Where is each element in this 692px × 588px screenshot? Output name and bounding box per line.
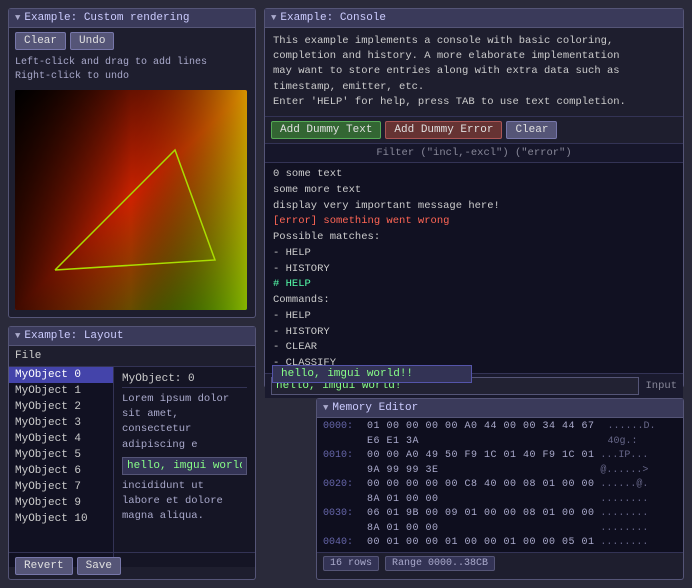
mem-bytes: 00 00 00 00 00 C8 40 00 08 01 00 00 8A 0… bbox=[367, 478, 596, 507]
console-line: - HELP bbox=[273, 309, 675, 325]
list-item[interactable]: MyObject 4 bbox=[9, 431, 113, 447]
panel-console: ▼ Example: Console This example implemen… bbox=[264, 8, 684, 388]
list-item[interactable]: MyObject 9 bbox=[9, 495, 113, 511]
revert-button[interactable]: Revert bbox=[15, 557, 73, 575]
detail-title: MyObject: 0 bbox=[122, 373, 247, 388]
hint-line2: Right-click to undo bbox=[15, 70, 249, 84]
arrow-icon-memory: ▼ bbox=[323, 403, 328, 413]
panel-custom-title: ▼ Example: Custom rendering bbox=[9, 9, 255, 28]
mem-ascii: ........ ........ bbox=[600, 507, 677, 536]
mem-addr: 0010: bbox=[323, 449, 363, 478]
detail-text-2: incididunt ut labore et dolore magna ali… bbox=[122, 479, 247, 525]
console-line: - HELP bbox=[273, 246, 675, 262]
list-item[interactable]: MyObject 10 bbox=[9, 511, 113, 527]
custom-hint: Left-click and drag to add lines Right-c… bbox=[9, 54, 255, 86]
console-line: - CLEAR bbox=[273, 340, 675, 356]
console-clear-button[interactable]: Clear bbox=[506, 121, 557, 139]
panel-layout-title: ▼ Example: Layout bbox=[9, 327, 255, 346]
layout-content: MyObject 0MyObject 1MyObject 2MyObject 3… bbox=[9, 367, 255, 567]
detail-text: Lorem ipsum dolor sit amet, consectetur … bbox=[122, 392, 247, 525]
console-line: - HISTORY bbox=[273, 325, 675, 341]
mem-addr: 0030: bbox=[323, 507, 363, 536]
autocomplete-dropdown[interactable]: hello, imgui world!! bbox=[272, 365, 472, 383]
arrow-icon: ▼ bbox=[15, 13, 20, 23]
memory-row: 0010:00 00 A0 49 50 F9 1C 01 40 F9 1C 01… bbox=[323, 449, 677, 478]
memory-footer: 16 rows Range 0000..38CB bbox=[317, 552, 683, 574]
console-input-label: Input bbox=[645, 380, 677, 392]
console-line: - HISTORY bbox=[273, 262, 675, 278]
console-line: display very important message here! bbox=[273, 199, 675, 215]
add-dummy-error-button[interactable]: Add Dummy Error bbox=[385, 121, 502, 139]
rows-badge: 16 rows bbox=[323, 556, 379, 571]
panel-custom-rendering: ▼ Example: Custom rendering Clear Undo L… bbox=[8, 8, 256, 318]
drawing-canvas[interactable] bbox=[15, 90, 247, 310]
list-item[interactable]: MyObject 5 bbox=[9, 447, 113, 463]
layout-footer: Revert Save bbox=[9, 552, 255, 579]
mem-ascii: ........ ........ bbox=[600, 536, 677, 552]
file-menu-label: File bbox=[15, 350, 41, 362]
panel-console-title-text: Example: Console bbox=[280, 12, 386, 24]
save-button[interactable]: Save bbox=[77, 557, 121, 575]
mem-addr: 0020: bbox=[323, 478, 363, 507]
list-item[interactable]: MyObject 1 bbox=[9, 383, 113, 399]
memory-row: 0000:01 00 00 00 00 A0 44 00 00 34 44 67… bbox=[323, 420, 677, 449]
console-line: Possible matches: bbox=[273, 230, 675, 246]
desc-line5: Enter 'HELP' for help, press TAB to use … bbox=[273, 95, 675, 110]
list-item[interactable]: MyObject 3 bbox=[9, 415, 113, 431]
desc-line1: This example implements a console with b… bbox=[273, 34, 675, 49]
range-badge: Range 0000..38CB bbox=[385, 556, 495, 571]
console-output[interactable]: 0 some textsome more textdisplay very im… bbox=[265, 163, 683, 373]
list-item[interactable]: MyObject 2 bbox=[9, 399, 113, 415]
object-list[interactable]: MyObject 0MyObject 1MyObject 2MyObject 3… bbox=[9, 367, 114, 567]
console-line: some more text bbox=[273, 183, 675, 199]
panel-layout-title-text: Example: Layout bbox=[24, 330, 123, 342]
mem-bytes: 00 01 00 00 01 00 00 01 00 00 05 01 00 0… bbox=[367, 536, 596, 552]
console-line: # HELP bbox=[273, 277, 675, 293]
console-line: 0 some text bbox=[273, 167, 675, 183]
custom-toolbar: Clear Undo bbox=[9, 28, 255, 54]
autocomplete-item[interactable]: hello, imgui world!! bbox=[273, 366, 471, 382]
memory-row: 0030:06 01 9B 00 09 01 00 00 08 01 00 00… bbox=[323, 507, 677, 536]
detail-panel: MyObject: 0 Lorem ipsum dolor sit amet, … bbox=[114, 367, 255, 567]
mem-addr: 0000: bbox=[323, 420, 363, 449]
memory-row: 0020:00 00 00 00 00 C8 40 00 08 01 00 00… bbox=[323, 478, 677, 507]
detail-text-content: Lorem ipsum dolor sit amet, consectetur … bbox=[122, 393, 229, 451]
console-line: Commands: bbox=[273, 293, 675, 309]
desc-line4: timestamp, emitter, etc. bbox=[273, 80, 675, 95]
detail-input[interactable] bbox=[122, 457, 247, 475]
clear-button[interactable]: Clear bbox=[15, 32, 66, 50]
panel-console-title: ▼ Example: Console bbox=[265, 9, 683, 28]
panel-memory-editor: ▼ Memory Editor 0000:01 00 00 00 00 A0 4… bbox=[316, 398, 684, 580]
mem-ascii: ......@. ........ bbox=[600, 478, 677, 507]
list-item[interactable]: MyObject 0 bbox=[9, 367, 113, 383]
undo-button[interactable]: Undo bbox=[70, 32, 114, 50]
desc-line3: may want to store entries along with ext… bbox=[273, 64, 675, 79]
hint-line1: Left-click and drag to add lines bbox=[15, 56, 249, 70]
panel-custom-title-text: Example: Custom rendering bbox=[24, 12, 189, 24]
list-item[interactable]: MyObject 6 bbox=[9, 463, 113, 479]
arrow-icon-layout: ▼ bbox=[15, 331, 20, 341]
mem-ascii: ......D. 40g.: bbox=[608, 420, 677, 449]
mem-addr: 0040: bbox=[323, 536, 363, 552]
console-buttons: Add Dummy Text Add Dummy Error Clear bbox=[265, 117, 683, 144]
panel-memory-title: ▼ Memory Editor bbox=[317, 399, 683, 418]
layout-file-menu[interactable]: File bbox=[9, 346, 255, 367]
panel-layout: ▼ Example: Layout File MyObject 0MyObjec… bbox=[8, 326, 256, 580]
memory-row: 0040:00 01 00 00 01 00 00 01 00 00 05 01… bbox=[323, 536, 677, 552]
console-description: This example implements a console with b… bbox=[265, 28, 683, 117]
console-line: [error] something went wrong bbox=[273, 214, 675, 230]
desc-line2: completion and history. A more elaborate… bbox=[273, 49, 675, 64]
panel-memory-title-text: Memory Editor bbox=[332, 402, 418, 414]
triangle-svg bbox=[15, 90, 247, 310]
add-dummy-text-button[interactable]: Add Dummy Text bbox=[271, 121, 381, 139]
mem-ascii: ...IP... @......> bbox=[600, 449, 677, 478]
filter-placeholder: Filter ("incl,-excl") ("error") bbox=[376, 147, 571, 159]
filter-bar: Filter ("incl,-excl") ("error") bbox=[265, 144, 683, 163]
mem-bytes: 06 01 9B 00 09 01 00 00 08 01 00 00 8A 0… bbox=[367, 507, 596, 536]
list-item[interactable]: MyObject 7 bbox=[9, 479, 113, 495]
mem-bytes: 00 00 A0 49 50 F9 1C 01 40 F9 1C 01 9A 9… bbox=[367, 449, 596, 478]
mem-bytes: 01 00 00 00 00 A0 44 00 00 34 44 67 E6 E… bbox=[367, 420, 604, 449]
arrow-icon-console: ▼ bbox=[271, 13, 276, 23]
memory-content[interactable]: 0000:01 00 00 00 00 A0 44 00 00 34 44 67… bbox=[317, 418, 683, 552]
